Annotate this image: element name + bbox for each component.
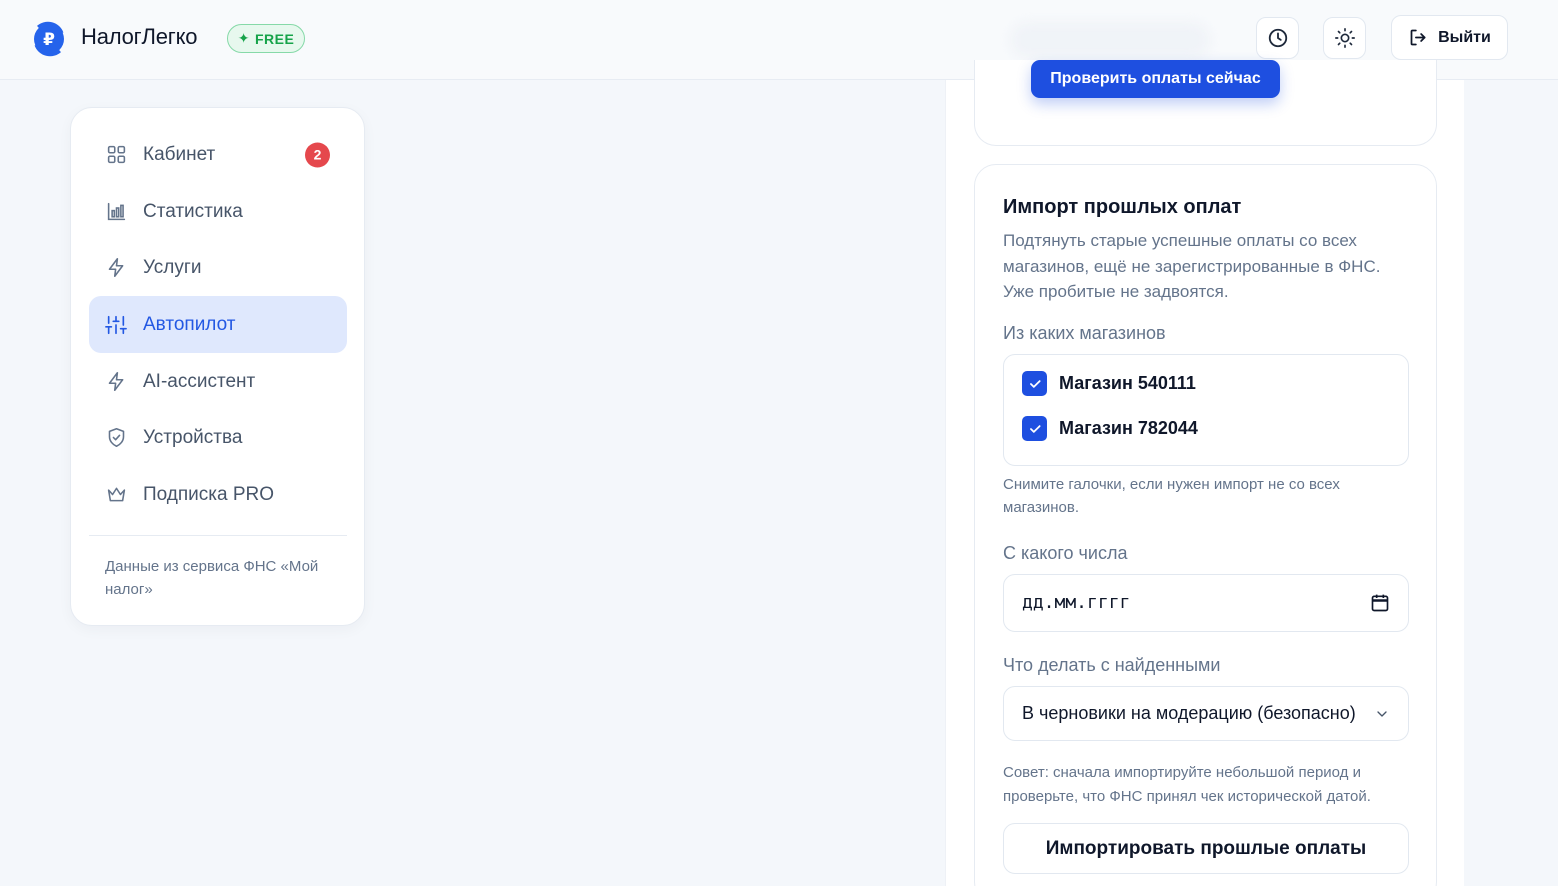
import-description: Подтянуть старые успешные оплаты со всех… bbox=[1003, 231, 1381, 301]
bar-chart-icon bbox=[105, 201, 127, 223]
blurred-header-element bbox=[1010, 22, 1210, 58]
action-select[interactable]: В черновики на модерацию (безопасно) bbox=[1003, 686, 1409, 741]
sidebar-item-label: Подписка PRO bbox=[143, 483, 275, 505]
notification-badge: 2 bbox=[305, 142, 330, 167]
lightning-icon bbox=[105, 257, 127, 279]
checkbox-checked[interactable] bbox=[1022, 416, 1047, 441]
sidebar-item-label: AI-ассистент bbox=[143, 370, 256, 392]
sidebar-item-label: Кабинет bbox=[143, 143, 216, 165]
import-title: Импорт прошлых оплат bbox=[1003, 196, 1242, 218]
brand-name: НалогЛегко bbox=[81, 24, 198, 49]
sidebar-item-statistics[interactable]: Статистика bbox=[89, 183, 347, 240]
crown-icon bbox=[105, 484, 127, 506]
sidebar-item-ai-assistant[interactable]: AI-ассистент bbox=[89, 353, 347, 410]
check-icon bbox=[1029, 424, 1041, 433]
logo-icon[interactable]: ₽ bbox=[30, 20, 68, 58]
stores-label: Из каких магазинов bbox=[1003, 323, 1166, 343]
date-label: С какого числа bbox=[1003, 543, 1128, 563]
calendar-icon[interactable] bbox=[1370, 593, 1390, 618]
import-card: Импорт прошлых оплат Подтянуть старые ус… bbox=[974, 164, 1437, 886]
store-option[interactable]: Магазин 540111 bbox=[1022, 371, 1196, 396]
sidebar-item-label: Автопилот bbox=[143, 313, 236, 335]
import-past-payments-button[interactable]: Импортировать прошлые оплаты bbox=[1003, 823, 1409, 874]
history-button[interactable] bbox=[1256, 17, 1299, 59]
stores-hint: Снимите галочки, если нужен импорт не со… bbox=[1003, 476, 1340, 516]
check-icon bbox=[1029, 379, 1041, 388]
sidebar-nav: Кабинет 2 Статистика Услуги Автопилот AI… bbox=[70, 107, 365, 626]
svg-text:₽: ₽ bbox=[43, 30, 55, 50]
logout-button[interactable]: Выйти bbox=[1391, 15, 1508, 60]
lightning-icon bbox=[105, 371, 127, 393]
sidebar-item-autopilot[interactable]: Автопилот bbox=[89, 296, 347, 353]
start-date-input[interactable]: дд.мм.гггг bbox=[1003, 574, 1409, 632]
sparkle-icon: ✦ bbox=[237, 30, 250, 46]
sidebar-divider bbox=[89, 535, 347, 536]
import-tip: Совет: сначала импортируйте небольшой пе… bbox=[1003, 764, 1371, 805]
stores-list: Магазин 540111 Магазин 782044 bbox=[1003, 354, 1409, 466]
sidebar-item-devices[interactable]: Устройства bbox=[89, 409, 347, 466]
date-placeholder: дд.мм.гггг bbox=[1022, 592, 1131, 613]
shield-check-icon bbox=[105, 427, 127, 449]
grid-icon bbox=[105, 144, 127, 166]
autopilot-panel: Проверить оплаты сейчас Импорт прошлых о… bbox=[945, 60, 1464, 886]
clock-icon bbox=[1268, 28, 1287, 48]
chevron-down-icon bbox=[1374, 706, 1390, 727]
checkbox-checked[interactable] bbox=[1022, 371, 1047, 396]
logout-icon bbox=[1410, 29, 1426, 46]
sun-icon bbox=[1334, 28, 1355, 48]
store-option[interactable]: Магазин 782044 bbox=[1022, 416, 1198, 441]
sidebar-item-services[interactable]: Услуги bbox=[89, 239, 347, 296]
plan-badge: ✦ FREE bbox=[227, 24, 305, 53]
sidebar-item-subscription[interactable]: Подписка PRO bbox=[89, 466, 347, 523]
sidebar-item-cabinet[interactable]: Кабинет 2 bbox=[89, 126, 347, 183]
action-label: Что делать с найденными bbox=[1003, 655, 1221, 675]
check-payments-button[interactable]: Проверить оплаты сейчас bbox=[1031, 60, 1280, 98]
store-name: Магазин 782044 bbox=[1059, 418, 1198, 438]
plan-badge-label: FREE bbox=[254, 30, 295, 47]
sidebar-item-label: Устройства bbox=[143, 426, 243, 448]
logout-label: Выйти bbox=[1438, 28, 1491, 46]
sidebar-item-label: Услуги bbox=[143, 256, 202, 278]
sidebar-footer-note: Данные из сервиса ФНС «Мой налог» bbox=[105, 558, 319, 598]
theme-toggle-button[interactable] bbox=[1323, 17, 1366, 59]
sidebar-item-label: Статистика bbox=[143, 200, 243, 222]
action-select-value: В черновики на модерацию (безопасно) bbox=[1022, 703, 1356, 723]
check-payments-card: Проверить оплаты сейчас bbox=[974, 60, 1437, 146]
sliders-icon bbox=[105, 314, 127, 336]
store-name: Магазин 540111 bbox=[1059, 373, 1196, 393]
